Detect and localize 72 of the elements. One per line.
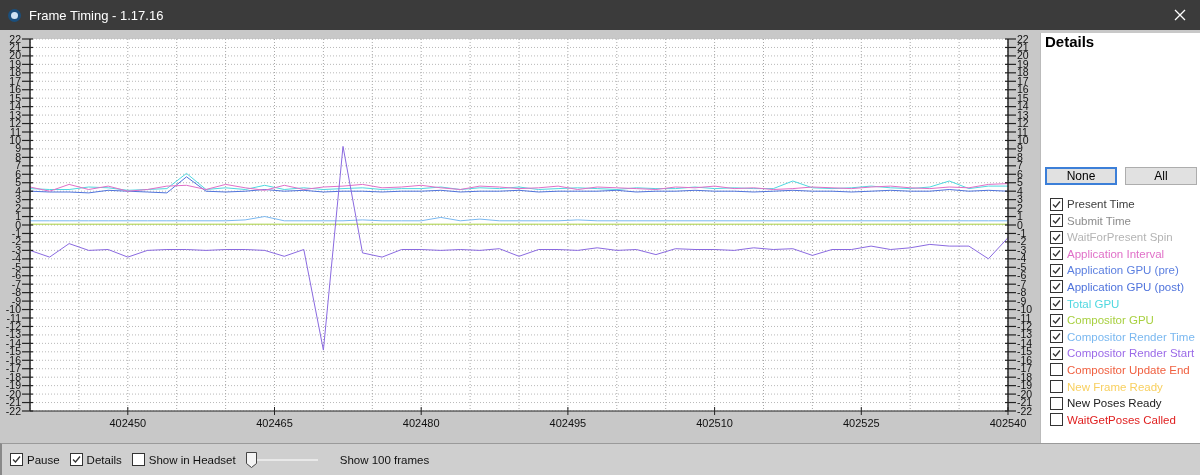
axis-label: 12 (9, 117, 21, 130)
axis-label: 402480 (402, 417, 440, 429)
slider-thumb[interactable] (245, 451, 257, 468)
axis-label: 12 (1017, 117, 1029, 130)
app-icon (8, 8, 21, 22)
axis-label: -21 (5, 396, 21, 409)
series-label: New Poses Ready (1067, 397, 1162, 410)
slider-reading: Show 100 frames (339, 453, 430, 466)
series-label: Application GPU (pre) (1067, 264, 1179, 277)
checkbox[interactable] (1050, 396, 1063, 410)
checkbox[interactable] (1050, 297, 1063, 311)
axis-label: -8 (11, 286, 21, 299)
axis-label: 3 (15, 193, 21, 206)
axis-label: 402450 (109, 417, 147, 429)
axis-label: -17 (5, 362, 21, 375)
close-icon[interactable] (1174, 9, 1186, 21)
checkbox[interactable] (1050, 363, 1063, 377)
axis-label: 402525 (842, 417, 880, 429)
axis-label: 16 (1017, 83, 1029, 96)
axis-label: -10 (1017, 303, 1033, 316)
axis-label: -8 (1017, 286, 1027, 299)
series-label: Present Time (1067, 198, 1135, 210)
axis-label: 14 (1017, 100, 1029, 113)
checkbox[interactable] (1050, 263, 1063, 277)
checkbox[interactable] (1050, 346, 1063, 360)
axis-label: 22 (1017, 33, 1029, 45)
filter-button[interactable]: All (1125, 167, 1197, 185)
checkbox-label: Details (86, 453, 122, 466)
checkbox[interactable] (10, 453, 23, 466)
axis-label: -19 (1017, 379, 1033, 392)
checkbox[interactable] (131, 453, 145, 466)
series-label: Total GPU (1067, 297, 1120, 310)
checkbox[interactable] (1050, 330, 1063, 344)
checkbox[interactable] (1050, 280, 1063, 294)
series-label: WaitForPresent Spin (1067, 231, 1173, 244)
axis-label: 16 (9, 83, 21, 96)
checkbox[interactable] (69, 453, 83, 466)
series-label: Application Interval (1067, 247, 1165, 260)
axis-label: 402465 (256, 417, 293, 429)
panel-title: Details (1045, 33, 1095, 50)
frames-slider[interactable] (245, 451, 318, 468)
series-label: Compositor GPU (1067, 314, 1154, 327)
axis-label: 22 (9, 33, 21, 45)
axis-label: -19 (5, 379, 21, 392)
checkbox[interactable] (1050, 230, 1063, 244)
checkbox[interactable] (1050, 313, 1063, 327)
checkbox-label: Pause (27, 453, 60, 466)
checkbox[interactable] (1050, 197, 1063, 211)
axis-label: 1 (1017, 210, 1023, 223)
axis-label: 1 (15, 210, 21, 223)
filter-button[interactable]: None (1045, 167, 1117, 185)
series-label: WaitGetPoses Called (1067, 413, 1176, 426)
checkbox[interactable] (1050, 380, 1063, 394)
checkbox[interactable] (1050, 413, 1063, 427)
series-label: New Frame Ready (1067, 380, 1163, 393)
axis-label: 402510 (696, 417, 733, 429)
checkbox[interactable] (1050, 214, 1063, 228)
axis-label: 402495 (549, 417, 587, 429)
axis-label: 402540 (989, 417, 1027, 429)
checkbox[interactable] (1050, 247, 1063, 261)
axis-label: -10 (5, 303, 21, 316)
axis-label: 14 (9, 100, 21, 113)
series-label: Application GPU (post) (1067, 280, 1184, 293)
window-title: Frame Timing - 1.17.16 (29, 7, 164, 23)
series-label: Compositor Render Start (1067, 347, 1195, 360)
series-label: Compositor Render Time (1067, 330, 1195, 343)
axis-label: 3 (1017, 193, 1023, 206)
axis-label: -21 (1017, 396, 1033, 409)
series-label: Submit Time (1067, 214, 1131, 227)
checkbox-label: Show in Headset (148, 453, 236, 466)
axis-label: -17 (1017, 362, 1033, 375)
series-label: Compositor Update End (1067, 363, 1190, 376)
